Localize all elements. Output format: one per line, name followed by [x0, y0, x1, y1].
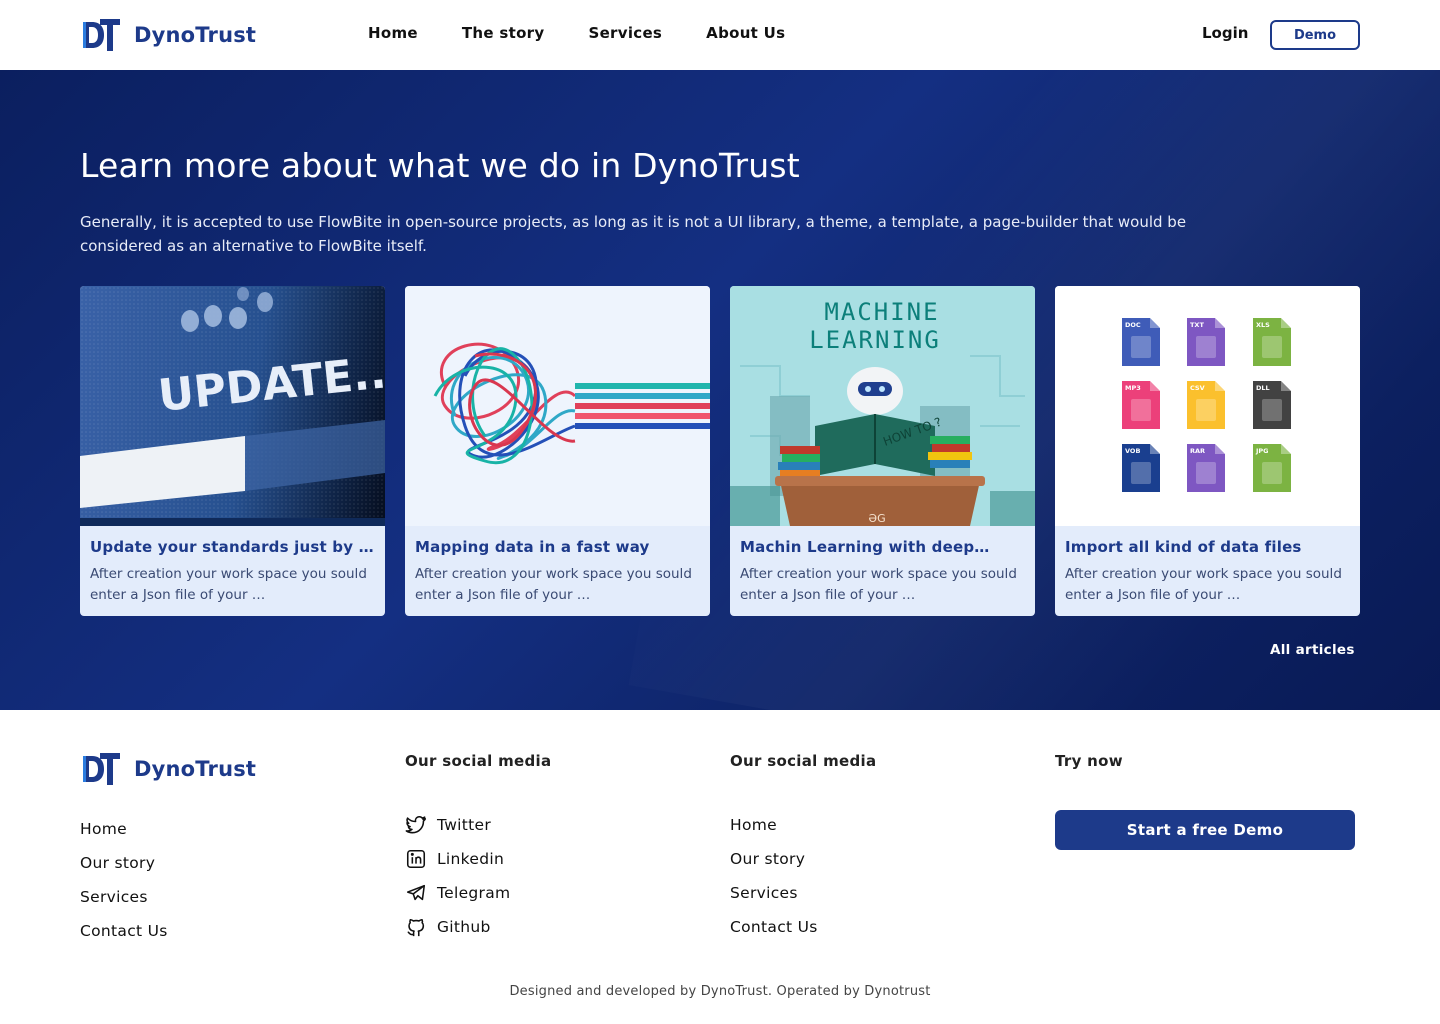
nav-services[interactable]: Services: [588, 24, 662, 42]
footer-links-column: Our social media Home Our story Services…: [730, 752, 876, 944]
file-doc-icon: DOC: [1122, 318, 1160, 366]
update-illustration: UPDATE...: [80, 286, 385, 526]
file-type-label: JPG: [1255, 447, 1269, 455]
brand-logo[interactable]: DynoTrust: [80, 16, 256, 54]
file-rar-icon: RAR: [1187, 444, 1225, 492]
social-github[interactable]: Github: [405, 910, 551, 944]
file-type-label: XLS: [1256, 321, 1270, 329]
article-cards: UPDATE... Update your standards just by …: [80, 286, 1360, 616]
file-vob-icon: VOB: [1122, 444, 1160, 492]
article-card[interactable]: Mapping data in a fast way After creatio…: [405, 286, 710, 616]
top-navbar: DynoTrust Home The story Services About …: [0, 0, 1440, 70]
login-link[interactable]: Login: [1202, 24, 1248, 42]
footer-links-1: Home Our story Services Contact Us: [80, 812, 168, 948]
footer-link-services[interactable]: Services: [80, 880, 168, 914]
file-jpg-icon: JPG: [1253, 444, 1291, 492]
machine-learning-image: MACHINE LEARNING HOW TO ? ƏG: [730, 286, 1035, 526]
article-card[interactable]: MACHINE LEARNING HOW TO ? ƏG Machin Lear…: [730, 286, 1035, 616]
card-text: After creation your work space you sould…: [1065, 566, 1342, 603]
file-dll-icon: DLL: [1253, 381, 1291, 429]
file-type-label: DOC: [1125, 321, 1141, 329]
card-text: After creation your work space you sould…: [415, 566, 692, 603]
machine-learning-illustration: MACHINE LEARNING HOW TO ? ƏG: [730, 298, 1035, 526]
footer-link-our-story[interactable]: Our story: [730, 842, 876, 876]
footer-try-now-column: Try now: [1055, 752, 1123, 770]
file-type-icons-grid: DOC TXT XLS MP3 CSV DLL VOB RAR JPG: [1122, 318, 1291, 492]
twitter-icon: [405, 816, 426, 834]
social-telegram[interactable]: Telegram: [405, 876, 551, 910]
footer-link-home[interactable]: Home: [730, 808, 876, 842]
ml-image-text-2: LEARNING: [809, 326, 941, 354]
footer-link-contact-us[interactable]: Contact Us: [730, 910, 876, 944]
file-csv-icon: CSV: [1187, 381, 1225, 429]
file-type-label: TXT: [1190, 321, 1204, 329]
social-linkedin[interactable]: Linkedin: [405, 842, 551, 876]
main-nav: Home The story Services About Us: [368, 24, 785, 42]
start-free-demo-button[interactable]: Start a free Demo: [1055, 810, 1355, 850]
tangled-lines-illustration: [433, 342, 710, 465]
file-type-label: CSV: [1190, 384, 1205, 392]
footer-link-contact-us[interactable]: Contact Us: [80, 914, 168, 948]
footer-column-heading: Our social media: [405, 752, 552, 770]
ml-image-text-1: MACHINE: [824, 298, 939, 326]
hero-title: Learn more about what we do in DynoTrust: [80, 146, 800, 185]
file-types-image: DOC TXT XLS MP3 CSV DLL VOB RAR JPG: [1055, 286, 1360, 526]
nav-the-story[interactable]: The story: [462, 24, 545, 42]
footer-link-services[interactable]: Services: [730, 876, 876, 910]
footer-column-heading: Our social media: [730, 752, 877, 770]
hero-section: Learn more about what we do in DynoTrust…: [0, 70, 1440, 710]
dynotrust-logo-icon: [83, 753, 120, 785]
card-title[interactable]: Update your standards just by o…: [90, 538, 375, 556]
footer-column-heading: Try now: [1055, 752, 1123, 770]
file-type-label: VOB: [1125, 447, 1140, 455]
file-mp3-icon: MP3: [1122, 381, 1160, 429]
data-mapping-image: [405, 286, 710, 526]
footer-link-our-story[interactable]: Our story: [80, 846, 168, 880]
telegram-icon: [406, 884, 426, 901]
article-card[interactable]: UPDATE... Update your standards just by …: [80, 286, 385, 616]
footer-credits: Designed and developed by DynoTrust. Ope…: [509, 984, 931, 999]
linkedin-icon: [406, 849, 426, 869]
social-label: Telegram: [437, 884, 511, 902]
hero-description: Generally, it is accepted to use FlowBit…: [80, 213, 1187, 255]
footer: DynoTrust Home Our story Services Contac…: [0, 710, 1440, 1024]
file-type-label: MP3: [1125, 384, 1141, 392]
card-text: After creation your work space you sould…: [740, 566, 1017, 603]
footer-link-home[interactable]: Home: [80, 812, 168, 846]
footer-social-column: Our social media Twitter Linkedin Telegr…: [405, 752, 551, 944]
file-type-label: RAR: [1190, 447, 1205, 455]
social-label: Linkedin: [437, 850, 505, 868]
social-label: Github: [437, 918, 491, 936]
card-title[interactable]: Import all kind of data files: [1065, 538, 1350, 556]
ml-badge-text: ƏG: [868, 512, 885, 525]
nav-home[interactable]: Home: [368, 24, 418, 42]
social-twitter[interactable]: Twitter: [405, 808, 551, 842]
file-txt-icon: TXT: [1187, 318, 1225, 366]
article-card[interactable]: DOC TXT XLS MP3 CSV DLL VOB RAR JPG Import all k…: [1055, 286, 1360, 616]
card-text: After creation your work space you sould…: [90, 566, 367, 603]
social-label: Twitter: [437, 816, 492, 834]
dynotrust-logo-icon: [83, 19, 120, 51]
update-image: UPDATE...: [80, 286, 385, 526]
file-xls-icon: XLS: [1253, 318, 1291, 366]
brand-name: DynoTrust: [134, 23, 257, 47]
demo-button[interactable]: Demo: [1270, 20, 1360, 50]
card-title[interactable]: Mapping data in a fast way: [415, 538, 700, 556]
footer-brand-logo[interactable]: DynoTrust: [80, 750, 256, 788]
github-icon: [407, 918, 425, 937]
file-type-label: DLL: [1256, 384, 1270, 392]
card-title[interactable]: Machin Learning with deep…: [740, 538, 1025, 556]
all-articles-link[interactable]: All articles: [1270, 642, 1355, 658]
brand-name: DynoTrust: [134, 757, 257, 781]
nav-about-us[interactable]: About Us: [706, 24, 785, 42]
